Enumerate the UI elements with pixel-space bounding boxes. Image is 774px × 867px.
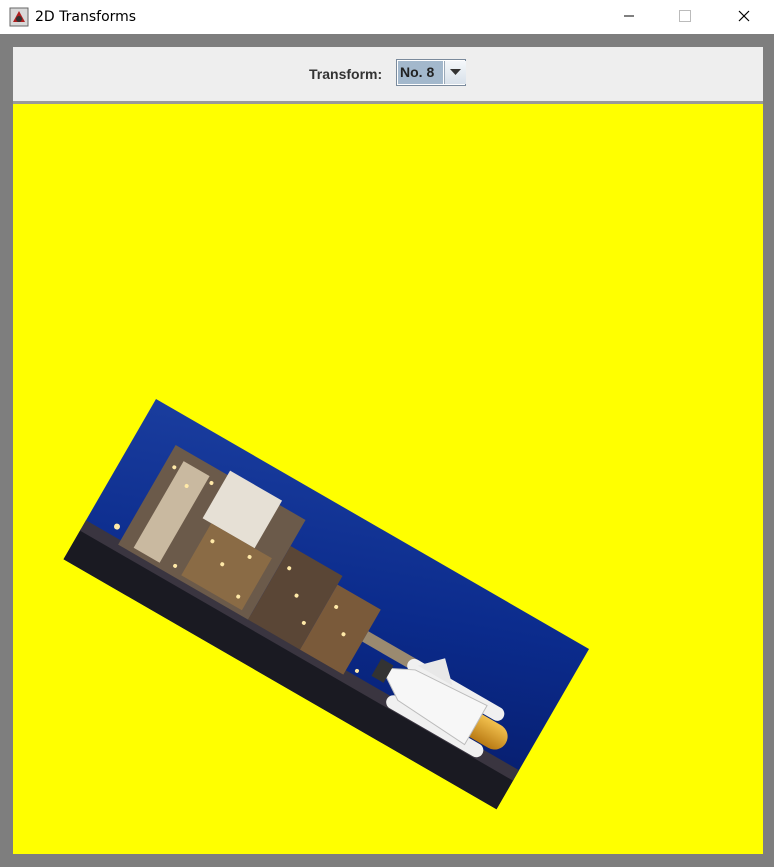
title-bar: 2D Transforms (0, 0, 774, 34)
window-title: 2D Transforms (35, 9, 137, 25)
maximize-icon[interactable] (662, 0, 708, 32)
transformed-image (63, 399, 590, 810)
minimize-icon[interactable] (606, 0, 652, 32)
transform-combobox[interactable]: No. 8 (396, 59, 466, 86)
chevron-down-icon[interactable] (444, 61, 466, 84)
java-app-icon (9, 7, 29, 27)
transform-label: Transform: (309, 66, 383, 82)
drawing-canvas (13, 104, 763, 854)
transform-selected-value: No. 8 (398, 61, 443, 84)
toolbar: Transform: No. 8 (13, 47, 763, 104)
close-icon[interactable] (721, 0, 767, 32)
